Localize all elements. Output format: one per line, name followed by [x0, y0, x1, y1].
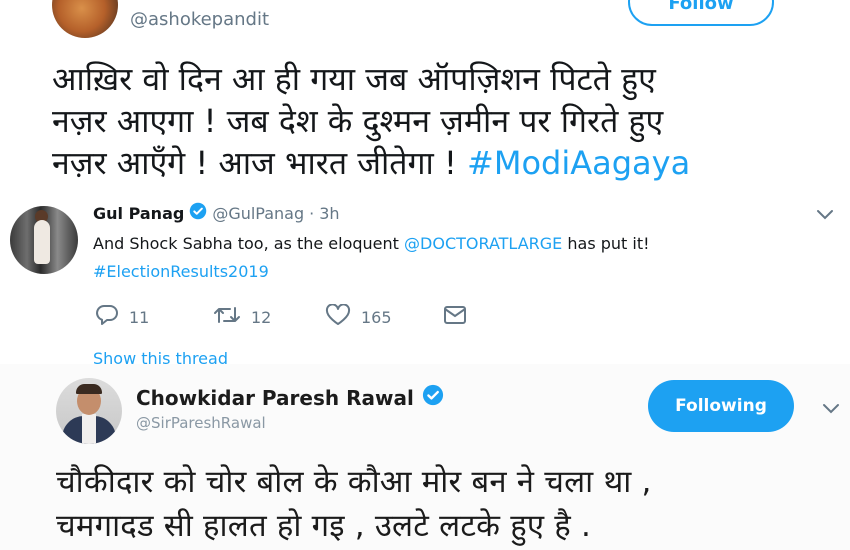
user-handle[interactable]: @SirPareshRawal: [136, 414, 266, 432]
heart-icon: [325, 303, 351, 330]
tweet-text-segment: And Shock Sabha too, as the eloquent: [93, 234, 405, 253]
following-button[interactable]: Following: [648, 380, 794, 432]
tweet-text-line: नज़र आएँगे ! आज भारत जीतेगा ! #ModiAagay…: [52, 142, 842, 184]
hashtag-link[interactable]: #ModiAagaya: [467, 144, 690, 182]
retweet-button[interactable]: 12: [213, 304, 325, 330]
avatar[interactable]: [10, 206, 78, 274]
tweet-text-segment: नज़र आएँगे ! आज भारत जीतेगा !: [52, 144, 468, 182]
tweet-text-line: आख़िर वो दिन आ ही गया जब ऑपज़िशन पिटते ह…: [52, 60, 656, 98]
avatar[interactable]: [56, 378, 122, 444]
dm-button[interactable]: [443, 305, 467, 329]
tweet-pareshrawal: Chowkidar Paresh Rawal @SirPareshRawal F…: [0, 364, 850, 550]
user-handle[interactable]: @GulPanag: [212, 204, 304, 223]
chevron-down-icon[interactable]: [816, 206, 834, 225]
chevron-down-icon[interactable]: [822, 400, 840, 419]
tweet-text-line: चमगादड सी हालत हो गइ , उलटे लटके हुए है …: [56, 508, 592, 544]
tweet-header: Gul Panag @GulPanag · 3h: [93, 202, 340, 224]
tweet-text-line: नज़र आएगा ! जब देश के दुश्मन ज़मीन पर गि…: [52, 102, 664, 140]
retweet-count: 12: [251, 307, 272, 327]
like-count: 165: [361, 307, 392, 327]
reply-button[interactable]: 11: [95, 304, 213, 330]
reply-count: 11: [129, 307, 150, 327]
envelope-icon: [443, 305, 467, 329]
avatar-hair: [76, 384, 102, 394]
show-thread-link[interactable]: Show this thread: [93, 349, 228, 364]
retweet-icon: [213, 304, 241, 330]
mention-link[interactable]: @DOCTORATLARGE: [404, 234, 562, 253]
tweet-text-line: चौकीदार को चोर बोल के कौआ मोर बन ने चला …: [56, 464, 652, 500]
hashtag-link[interactable]: #ElectionResults2019: [93, 258, 813, 286]
display-name[interactable]: Gul Panag: [93, 204, 184, 223]
avatar[interactable]: [52, 0, 118, 38]
tweet-header: Chowkidar Paresh Rawal: [136, 384, 444, 411]
tweet-text-segment: has put it!: [562, 234, 650, 253]
avatar-figure: [34, 220, 50, 264]
tweet-text: चौकीदार को चोर बोल के कौआ मोर बन ने चला …: [56, 460, 836, 548]
user-handle[interactable]: @ashokepandit: [130, 9, 269, 30]
tweet-text: आख़िर वो दिन आ ही गया जब ऑपज़िशन पिटते ह…: [52, 58, 842, 184]
avatar-shirt: [82, 414, 96, 444]
tweet-actions: 11 12 165: [95, 303, 467, 330]
meta-separator: ·: [309, 203, 315, 223]
display-name[interactable]: Chowkidar Paresh Rawal: [136, 386, 414, 410]
reply-icon: [95, 304, 119, 330]
tweet-ashokepandit: @ashokepandit Follow आख़िर वो दिन आ ही ग…: [0, 0, 850, 192]
like-button[interactable]: 165: [325, 303, 443, 330]
tweet-gulpanag: Gul Panag @GulPanag · 3h And Shock Sabha…: [0, 192, 850, 364]
tweet-text: And Shock Sabha too, as the eloquent @DO…: [93, 230, 813, 286]
tweet-text-line: And Shock Sabha too, as the eloquent @DO…: [93, 230, 813, 258]
verified-badge-icon: [189, 202, 207, 224]
follow-button[interactable]: Follow: [628, 0, 774, 26]
verified-badge-icon: [422, 384, 444, 411]
timestamp[interactable]: 3h: [319, 204, 339, 223]
